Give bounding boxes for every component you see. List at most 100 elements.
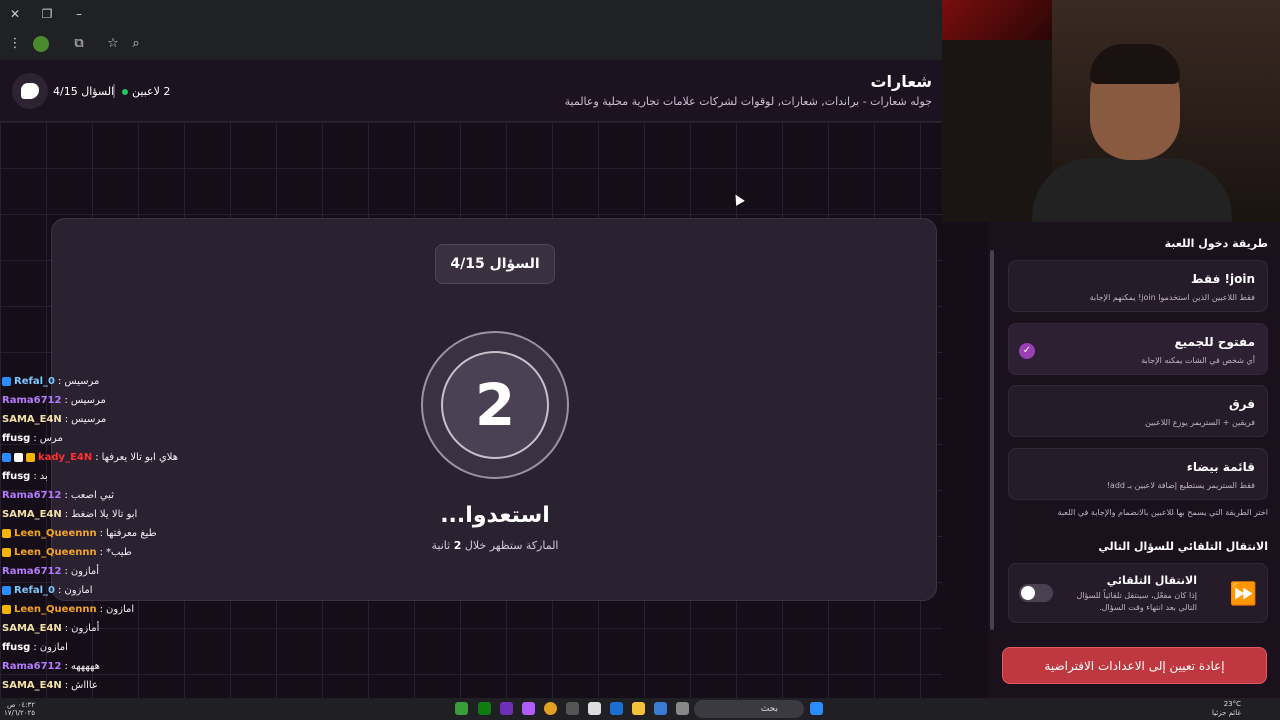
app-logo[interactable]: [12, 73, 48, 109]
twitch-icon[interactable]: [500, 702, 513, 715]
browser-toolbar: ⋮ ⧉ ☆ ⌕: [0, 30, 942, 58]
chat-username[interactable]: SAMA_E4N: [2, 505, 62, 524]
profile-icon[interactable]: [33, 36, 49, 52]
chat-badge-icon: [2, 453, 11, 462]
chat-badge-icon: [14, 453, 23, 462]
auto-advance-section-title: الانتقال التلقائي للسؤال التالي: [1098, 540, 1268, 553]
chat-separator: :: [64, 661, 68, 672]
chat-text: امازون: [64, 585, 93, 596]
question-pill: السؤال 4/15: [435, 244, 555, 284]
check-icon: ✓: [1019, 343, 1035, 359]
calendar-icon[interactable]: [588, 702, 601, 715]
option-whitelist[interactable]: قائمة بيضاء فقط الستريمر يستطيع إضافة لا…: [1008, 448, 1268, 500]
page-header: شعارات جوله شعارات - براندات, شعارات, لو…: [0, 60, 942, 122]
chat-message: ffusg: بد: [2, 467, 202, 486]
chat-username[interactable]: Leen_Queennn: [14, 524, 97, 543]
chat-username[interactable]: SAMA_E4N: [2, 410, 62, 429]
chat-separator: :: [64, 680, 69, 691]
chat-username[interactable]: Rama6712: [2, 486, 61, 505]
chat-text: هههههه: [70, 661, 100, 672]
search-icon[interactable]: ⌕: [128, 36, 144, 52]
chat-username[interactable]: ffusg: [2, 638, 30, 657]
webcam-neon-light: [942, 0, 1052, 40]
option-title: قائمة بيضاء: [1186, 460, 1255, 474]
chat-username[interactable]: Leen_Queennn: [14, 543, 97, 562]
join-method-hint: اختر الطريقة التي يسمح بها للاعبين بالان…: [1057, 508, 1268, 517]
option-desc: فقط الستريمر يستطيع إضافة لاعبين بـ add!: [1106, 481, 1255, 490]
chat-text: امازون: [39, 642, 68, 653]
chat-message: ffusg: امازون: [2, 638, 202, 657]
chat-badge-icon: [2, 529, 11, 538]
chat-username[interactable]: Leen_Queennn: [14, 600, 97, 619]
xbox-icon[interactable]: [478, 702, 491, 715]
reset-defaults-button[interactable]: إعادة تعيين إلى الاعدادات الافتراضية: [1002, 647, 1267, 684]
option-open-to-all[interactable]: مفتوح للجميع أي شخص في الشات يمكنه الإجا…: [1008, 323, 1268, 375]
chat-username[interactable]: Rama6712: [2, 657, 61, 676]
chat-username[interactable]: ffusg: [2, 429, 30, 448]
ready-sub-post: ثانية: [431, 539, 451, 552]
steam-icon[interactable]: [610, 702, 623, 715]
option-teams[interactable]: فرق فريقين + الستريمر يوزع اللاعبين: [1008, 385, 1268, 437]
players-count: 2 لاعبين: [122, 85, 170, 98]
restore-icon[interactable]: ❐: [39, 6, 55, 22]
chat-badge-icon: [2, 377, 11, 386]
edge-icon[interactable]: [654, 702, 667, 715]
chat-username[interactable]: Refal_0: [14, 581, 55, 600]
weather-widget[interactable]: 23°C غائم جزئيا: [1212, 700, 1241, 718]
option-title: join! فقط: [1190, 272, 1255, 286]
weather-desc: غائم جزئيا: [1212, 709, 1242, 717]
option-title: مفتوح للجميع: [1174, 335, 1255, 349]
chat-username[interactable]: SAMA_E4N: [2, 619, 62, 638]
chat-message: Rama6712: ثبي اصعب: [2, 486, 202, 505]
auto-advance-option: ⏩ الانتقال التلقائي إذا كان مفعّل، سينتق…: [1008, 563, 1268, 623]
fast-forward-icon: ⏩: [1229, 582, 1257, 607]
weather-temp: 23°C: [1223, 700, 1242, 708]
chat-text: ثبي اصعب: [70, 490, 115, 501]
chat-badge-icon: [2, 548, 11, 557]
chat-separator: :: [33, 471, 37, 482]
option-desc: أي شخص في الشات يمكنه الإجابة: [1141, 356, 1255, 365]
option-desc: فقط اللاعبين الذين استخدموا join! يمكنهم…: [1089, 293, 1255, 302]
option-title: فرق: [1228, 397, 1255, 411]
chat-text: مرسيس: [71, 414, 107, 425]
taskbar-search[interactable]: بحث: [694, 700, 804, 718]
windows-start-icon[interactable]: [810, 702, 823, 715]
task-view-icon[interactable]: [676, 702, 689, 715]
extensions-icon[interactable]: ⧉: [71, 36, 87, 52]
panel-scrollbar[interactable]: [990, 250, 994, 630]
chat-message: ffusg: مرس: [2, 429, 202, 448]
file-explorer-icon[interactable]: [632, 702, 645, 715]
option-join-only[interactable]: join! فقط فقط اللاعبين الذين استخدموا jo…: [1008, 260, 1268, 312]
chrome-icon[interactable]: [544, 702, 557, 715]
bookmark-star-icon[interactable]: ☆: [105, 36, 121, 52]
app-icon[interactable]: [455, 702, 468, 715]
chat-username[interactable]: Rama6712: [2, 391, 61, 410]
menu-icon[interactable]: ⋮: [7, 36, 23, 52]
chat-separator: :: [99, 547, 103, 558]
chat-text: *طيب: [105, 547, 132, 558]
chat-text: عاااش: [71, 680, 98, 691]
ready-sub-num: 2: [453, 539, 462, 552]
chat-separator: :: [33, 642, 37, 653]
auto-advance-toggle[interactable]: [1019, 584, 1053, 602]
obs-icon[interactable]: [566, 702, 579, 715]
chat-separator: :: [64, 509, 69, 520]
logo-icon: [21, 83, 39, 99]
chat-separator: :: [64, 414, 69, 425]
chat-username[interactable]: kady_E4N: [38, 448, 92, 467]
chat-username[interactable]: ffusg: [2, 467, 30, 486]
chat-message: Refal_0: امازون: [2, 581, 202, 600]
chat-separator: :: [99, 528, 103, 539]
page-title: شعارات: [870, 72, 932, 91]
chat-username[interactable]: SAMA_E4N: [2, 676, 62, 695]
taskbar-clock[interactable]: ٠٤:٣٢ ص ١٧/٦/٢٠٢٥: [4, 701, 35, 717]
chat-username[interactable]: Refal_0: [14, 372, 55, 391]
chat-message: SAMA_E4N: أمازون: [2, 619, 202, 638]
close-icon[interactable]: ✕: [7, 6, 23, 22]
auto-advance-desc: إذا كان مفعّل، سينتقل تلقائياً للسؤال ال…: [1076, 591, 1197, 612]
discord-icon[interactable]: [522, 702, 535, 715]
minimize-icon[interactable]: –: [71, 6, 87, 22]
chat-text: مرس: [39, 433, 63, 444]
chat-message: Rama6712: هههههه: [2, 657, 202, 676]
chat-username[interactable]: Rama6712: [2, 562, 61, 581]
